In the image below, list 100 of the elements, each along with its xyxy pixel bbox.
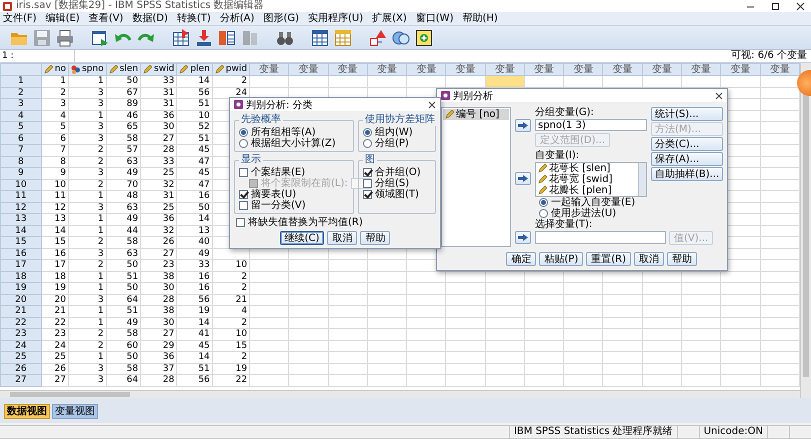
- columns-icon[interactable]: [218, 28, 236, 46]
- menu-item[interactable]: 分析(A): [220, 12, 254, 25]
- menu-item[interactable]: 实用程序(U): [308, 12, 364, 25]
- row-number[interactable]: 2: [0, 87, 42, 98]
- column-header[interactable]: 变量: [760, 64, 800, 76]
- row-number[interactable]: 19: [0, 282, 42, 294]
- dialog-button[interactable]: 帮助: [360, 231, 390, 245]
- menu-item[interactable]: 扩展(X): [372, 12, 407, 25]
- row-number[interactable]: 20: [0, 294, 42, 306]
- dialog-button[interactable]: 取消: [327, 231, 358, 245]
- plus-icon[interactable]: [415, 28, 433, 46]
- table-cell[interactable]: [328, 76, 368, 87]
- row-number[interactable]: 10: [0, 179, 42, 190]
- row-number[interactable]: 26: [0, 363, 42, 374]
- circles-icon[interactable]: [392, 28, 410, 46]
- radio-option[interactable]: 分组(P): [363, 138, 432, 149]
- row-number[interactable]: 7: [0, 144, 42, 156]
- checkbox-option[interactable]: 摘要表(U): [239, 189, 350, 200]
- menu-item[interactable]: 转换(T): [176, 12, 211, 25]
- radio-option[interactable]: 所有组相等(A): [239, 127, 350, 138]
- dialog-button[interactable]: 帮助: [667, 252, 697, 266]
- row-number[interactable]: 27: [0, 374, 42, 386]
- row-number[interactable]: 13: [0, 214, 42, 225]
- row-number[interactable]: 6: [0, 133, 42, 144]
- variable-item[interactable]: 花萼宽 [swid]: [536, 174, 638, 185]
- down-arrow-icon[interactable]: [195, 28, 213, 46]
- column-header[interactable]: 变量: [642, 64, 682, 76]
- dialog-button[interactable]: 保存(A)...: [651, 152, 723, 166]
- move-button[interactable]: [515, 119, 531, 132]
- column-header[interactable]: swid: [140, 64, 177, 76]
- row-number[interactable]: 11: [0, 190, 42, 202]
- selection-field[interactable]: [535, 231, 666, 244]
- close-icon[interactable]: [715, 92, 723, 100]
- column-header[interactable]: spno: [68, 64, 106, 76]
- column-header[interactable]: 变量: [564, 64, 603, 76]
- radio-option[interactable]: 根据组大小计算(Z): [239, 138, 350, 149]
- vertical-scrollbar[interactable]: [800, 63, 811, 398]
- column-header[interactable]: 变量: [682, 64, 721, 76]
- table-cell[interactable]: [288, 76, 328, 87]
- table-cell[interactable]: [524, 76, 564, 87]
- column-header[interactable]: plen: [176, 64, 212, 76]
- menu-item[interactable]: 数据(D): [132, 12, 168, 25]
- table-icon[interactable]: [334, 28, 352, 46]
- row-number[interactable]: 22: [0, 317, 42, 328]
- variable-item[interactable]: 编号 [no]: [443, 109, 509, 120]
- dialog-button[interactable]: 粘贴(P): [539, 252, 584, 266]
- table-cell[interactable]: [642, 76, 682, 87]
- column-header[interactable]: 变量: [328, 64, 368, 76]
- table-cell[interactable]: [406, 76, 446, 87]
- printer-icon[interactable]: [56, 28, 74, 46]
- row-number[interactable]: 21: [0, 306, 42, 317]
- table-cell[interactable]: [602, 76, 642, 87]
- column-header[interactable]: 变量: [485, 64, 524, 76]
- table-cell[interactable]: [564, 76, 603, 87]
- column-header[interactable]: no: [41, 64, 68, 76]
- column-header[interactable]: 变量: [524, 64, 564, 76]
- column-header[interactable]: pwid: [212, 64, 250, 76]
- dialog-button[interactable]: 取消: [634, 252, 664, 266]
- dialog-button[interactable]: 统计(S)...: [651, 107, 723, 121]
- row-number[interactable]: 12: [0, 202, 42, 214]
- dialog-button[interactable]: 重置(R): [586, 252, 631, 266]
- move-button[interactable]: [515, 231, 531, 244]
- row-number[interactable]: 18: [0, 271, 42, 282]
- radio-option[interactable]: 使用步进法(U): [539, 208, 647, 219]
- row-number[interactable]: 17: [0, 260, 42, 271]
- dialog-button[interactable]: 继续(C): [280, 231, 324, 245]
- sheet-tab[interactable]: 变量视图: [52, 404, 98, 419]
- dialog-button[interactable]: 确定: [506, 252, 536, 266]
- menu-item[interactable]: 编辑(E): [46, 12, 80, 25]
- checkbox-option[interactable]: 留一分类(V): [239, 200, 350, 211]
- move-button[interactable]: [515, 172, 531, 185]
- row-number[interactable]: 8: [0, 156, 42, 168]
- column-header[interactable]: 变量: [406, 64, 446, 76]
- radio-option[interactable]: 组内(W): [363, 127, 432, 138]
- row-number[interactable]: 23: [0, 328, 42, 340]
- menu-item[interactable]: 窗口(W): [416, 12, 454, 25]
- dialog-button[interactable]: 自助抽样(B)...: [651, 167, 723, 181]
- row-number[interactable]: 4: [0, 110, 42, 122]
- row-number[interactable]: 9: [0, 168, 42, 179]
- column-header[interactable]: 变量: [720, 64, 760, 76]
- menu-item[interactable]: 查看(V): [88, 12, 124, 25]
- independents-list[interactable]: 花萼长 [slen] 花萼宽 [swid] 花瓣长 [plen]: [535, 162, 647, 197]
- radio-option[interactable]: 一起输入自变量(E): [539, 197, 647, 208]
- checkbox-option[interactable]: 领域图(T): [363, 189, 432, 200]
- row-number[interactable]: 24: [0, 340, 42, 352]
- variable-item[interactable]: 花萼长 [slen]: [536, 163, 638, 174]
- column-header[interactable]: 变量: [446, 64, 486, 76]
- close-icon[interactable]: [796, 2, 805, 10]
- table-cell[interactable]: [250, 76, 289, 87]
- row-number[interactable]: 14: [0, 225, 42, 236]
- checkbox-option[interactable]: 分组(S): [363, 178, 432, 189]
- column-header[interactable]: 变量: [250, 64, 289, 76]
- row-number[interactable]: 3: [0, 98, 42, 110]
- table-cell[interactable]: [682, 76, 721, 87]
- sheet-tab[interactable]: 数据视图: [4, 404, 50, 419]
- menu-item[interactable]: 文件(F): [3, 12, 37, 25]
- checkbox-option[interactable]: 个案结果(E): [239, 167, 350, 178]
- list-scrollbar[interactable]: [638, 163, 646, 196]
- table-icon[interactable]: [311, 28, 329, 46]
- horizontal-scrollbar[interactable]: [0, 390, 800, 398]
